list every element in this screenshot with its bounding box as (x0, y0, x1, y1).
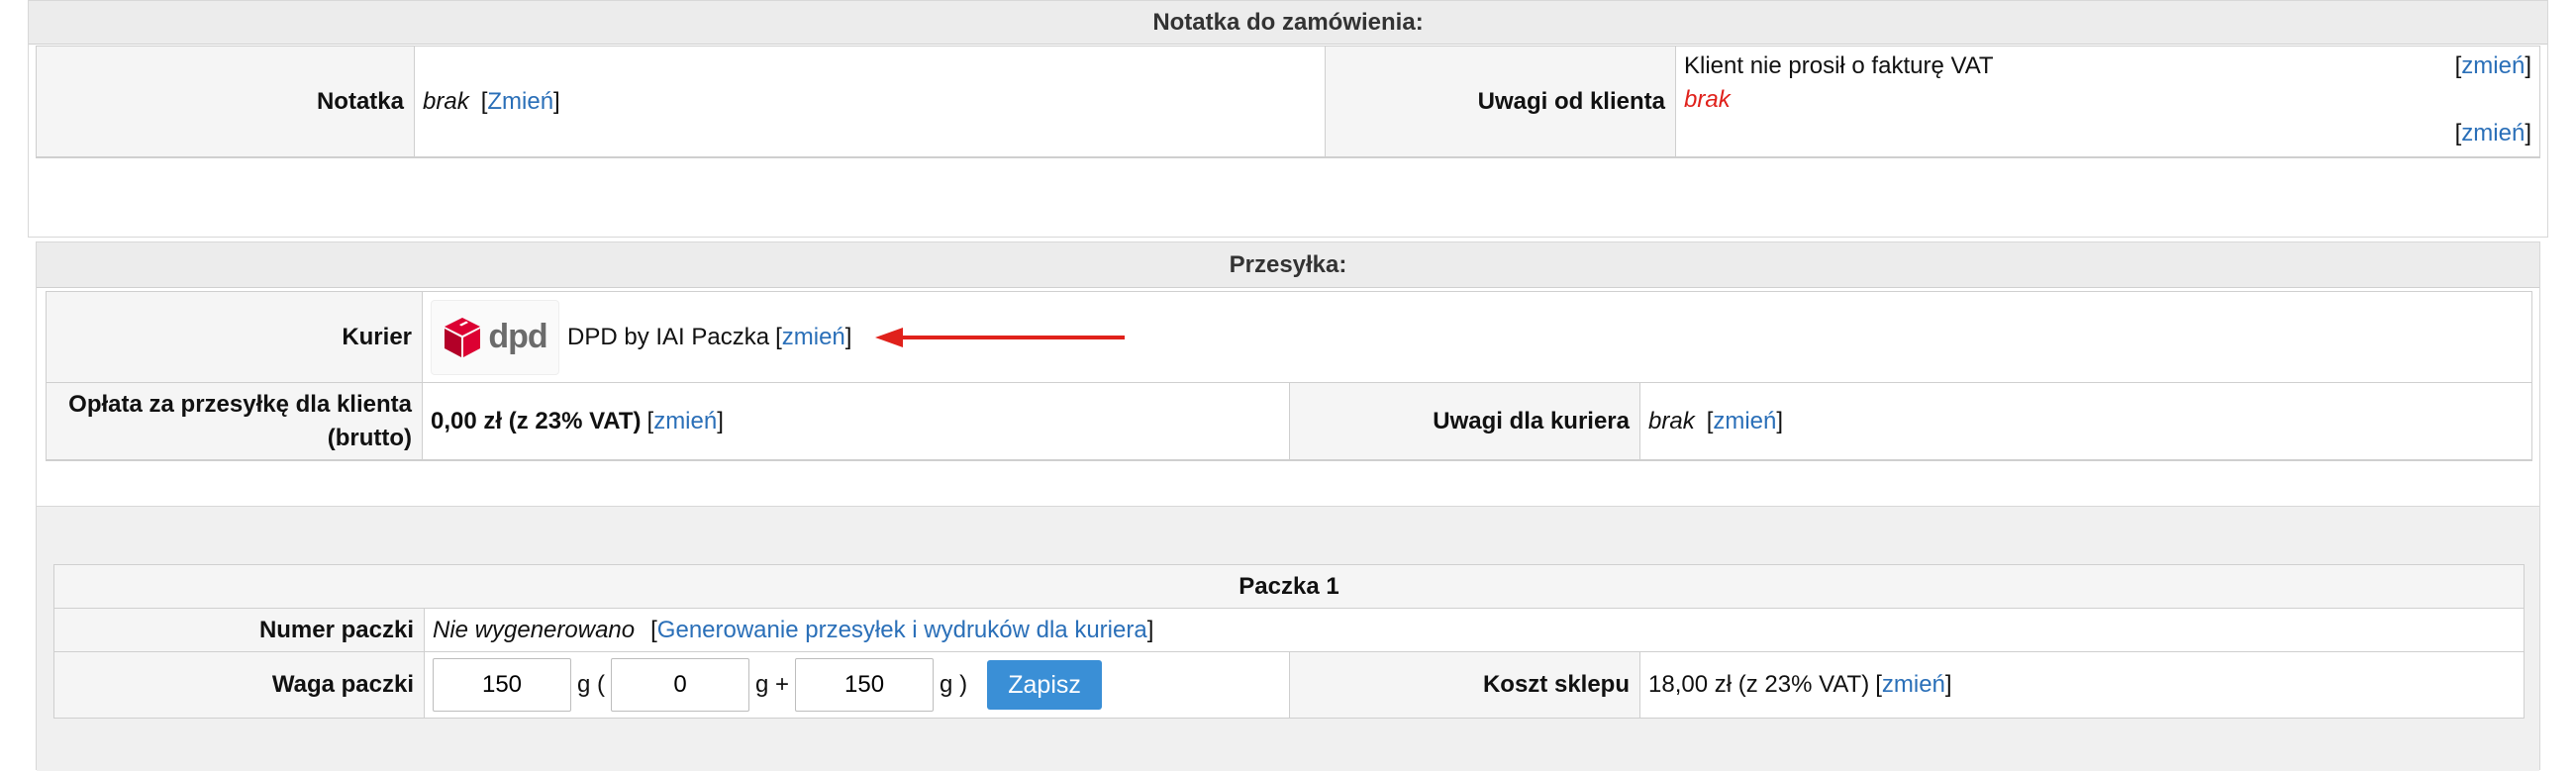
courier-remarks-change-link[interactable]: zmień (1713, 408, 1776, 434)
fee-label-line1: Opłata za przesyłkę dla klienta (68, 390, 412, 418)
fee-value: 0,00 zł (z 23% VAT) (431, 407, 642, 434)
shop-cost-value: 18,00 zł (z 23% VAT) (1648, 671, 1870, 698)
order-note-table: Notatka brak [Zmień] Uwagi od klienta Kl… (36, 46, 2540, 158)
weight-total-input[interactable] (433, 658, 571, 712)
weight-value-cell: g ( g + g ) Zapisz (425, 652, 1290, 718)
courier-label-cell: Kurier (47, 292, 423, 383)
client-remarks-label: Uwagi od klienta (1477, 87, 1665, 115)
shop-cost-label: Koszt sklepu (1482, 671, 1630, 698)
order-note-title: Notatka do zamówienia: (1152, 9, 1424, 36)
courier-value-cell: dpd DPD by IAI Paczka [zmień] (423, 292, 2531, 383)
dpd-cube-icon (445, 317, 481, 357)
package-number-value: Nie wygenerowano (433, 616, 636, 643)
courier-label: Kurier (342, 323, 412, 350)
courier-change-link[interactable]: zmień (782, 324, 845, 350)
courier-remarks-label-cell: Uwagi dla kuriera (1290, 383, 1640, 460)
weight-unit-close: g ) (940, 671, 968, 698)
shop-cost-value-cell: 18,00 zł (z 23% VAT) [zmień] (1640, 652, 2524, 718)
fee-label-line2: (brutto) (327, 424, 412, 451)
courier-remarks-label: Uwagi dla kuriera (1433, 407, 1630, 434)
shop-cost-change-link[interactable]: zmień (1882, 671, 1945, 698)
package-header: Paczka 1 (54, 565, 2524, 609)
client-remarks-value: brak (1684, 86, 1731, 113)
order-note-header: Notatka do zamówienia: (29, 1, 2547, 45)
dpd-logo: dpd (431, 299, 559, 375)
client-remarks-change-link-top[interactable]: zmień (2461, 52, 2525, 79)
weight-unit-open: g ( (577, 671, 606, 698)
weight-unit-plus: g + (755, 671, 790, 698)
courier-name: DPD by IAI Paczka (567, 323, 770, 350)
package-table: Paczka 1 Numer paczki Nie wygenerowano [… (53, 564, 2525, 719)
fee-change-link[interactable]: zmień (653, 408, 717, 434)
weight-tare-input[interactable] (611, 658, 750, 712)
weight-label-cell: Waga paczki (54, 652, 425, 718)
fee-label-cell: Opłata za przesyłkę dla klienta (brutto) (47, 383, 423, 460)
shipment-table: Kurier dpd DPD by IAI Paczka [zmień] Opł… (46, 291, 2532, 461)
weight-label: Waga paczki (271, 671, 414, 698)
package-number-value-cell: Nie wygenerowano [Generowanie przesyłek … (425, 609, 2524, 652)
red-arrow-icon (875, 327, 1126, 347)
generate-shipments-link[interactable]: Generowanie przesyłek i wydruków dla kur… (657, 617, 1147, 643)
package-number-label: Numer paczki (258, 616, 414, 643)
client-remarks-label-cell: Uwagi od klienta (1326, 47, 1676, 157)
note-value-cell: brak [Zmień] (415, 47, 1326, 157)
client-remarks-change-link-bottom[interactable]: zmień (2461, 120, 2525, 146)
note-label-cell: Notatka (37, 47, 415, 157)
weight-goods-input[interactable] (795, 658, 935, 712)
note-label: Notatka (316, 87, 404, 115)
fee-value-cell: 0,00 zł (z 23% VAT) [zmień] (423, 383, 1290, 460)
dpd-logo-text: dpd (488, 318, 547, 355)
note-change-link[interactable]: Zmień (487, 88, 553, 115)
courier-remarks-value: brak (1648, 407, 1695, 434)
package-number-label-cell: Numer paczki (54, 609, 425, 652)
client-remarks-value-cell: Klient nie prosił o fakturę VAT brak [zm… (1676, 47, 2539, 157)
courier-remarks-value-cell: brak [zmień] (1640, 383, 2531, 460)
client-remarks-text: Klient nie prosił o fakturę VAT (1684, 52, 1994, 79)
save-weight-button[interactable]: Zapisz (987, 660, 1103, 710)
package-title: Paczka 1 (1238, 573, 1339, 600)
shipment-title: Przesyłka: (1229, 251, 1347, 278)
shop-cost-label-cell: Koszt sklepu (1290, 652, 1640, 718)
shipment-header: Przesyłka: (37, 242, 2539, 288)
note-value: brak (423, 87, 469, 115)
